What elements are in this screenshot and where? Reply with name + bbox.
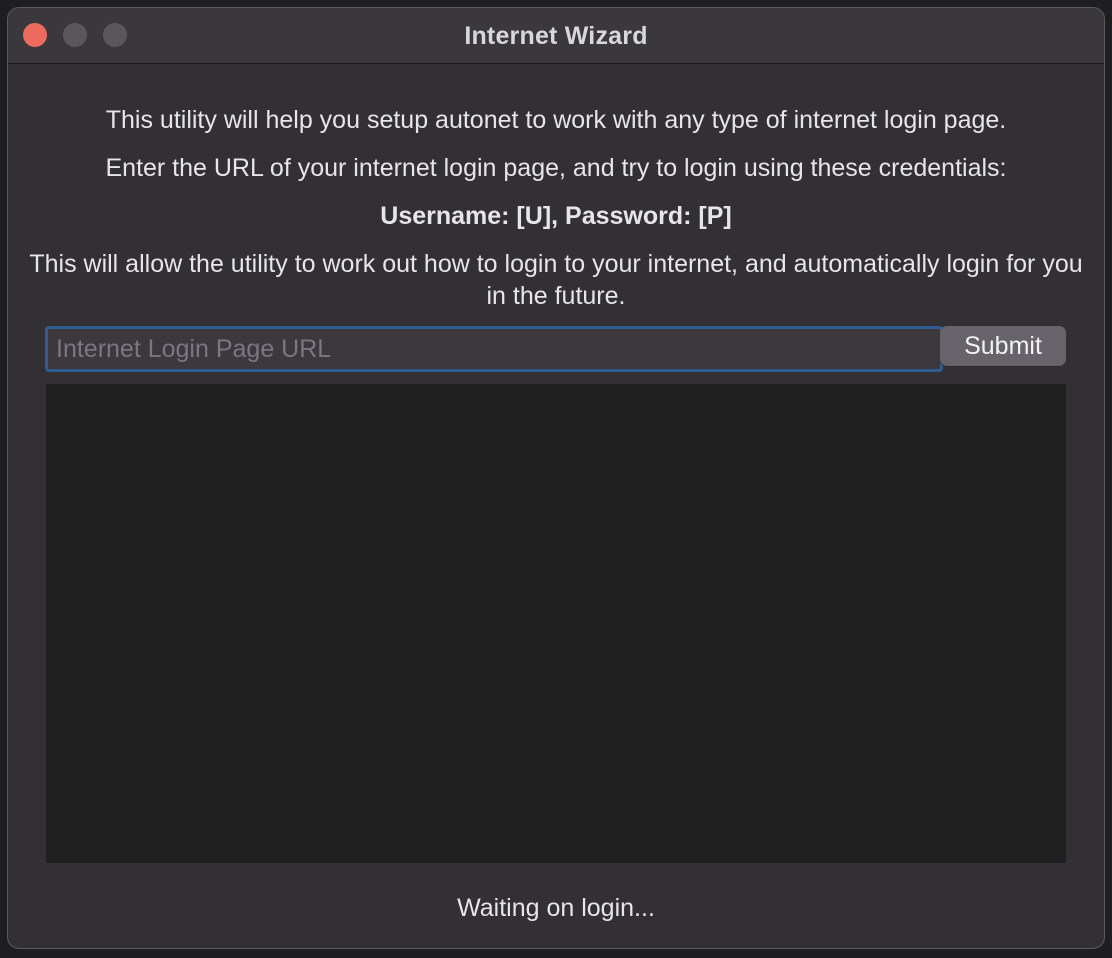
intro-text: This utility will help you setup autonet… xyxy=(105,106,1007,134)
explanation-text: This will allow the utility to work out … xyxy=(29,250,1083,310)
login-url-input[interactable] xyxy=(45,326,943,372)
credentials-text: Username: [U], Password: [P] xyxy=(380,202,732,230)
url-instruction-text: Enter the URL of your internet login pag… xyxy=(105,154,1007,182)
window-title: Internet Wizard xyxy=(464,22,648,50)
status-text: Waiting on login... xyxy=(457,894,655,922)
submit-button[interactable]: Submit xyxy=(940,326,1066,366)
title-bar[interactable]: Internet Wizard xyxy=(8,8,1104,64)
internet-wizard-window: Internet Wizard This utility will help y… xyxy=(7,7,1105,949)
browser-output-area[interactable] xyxy=(46,384,1066,863)
